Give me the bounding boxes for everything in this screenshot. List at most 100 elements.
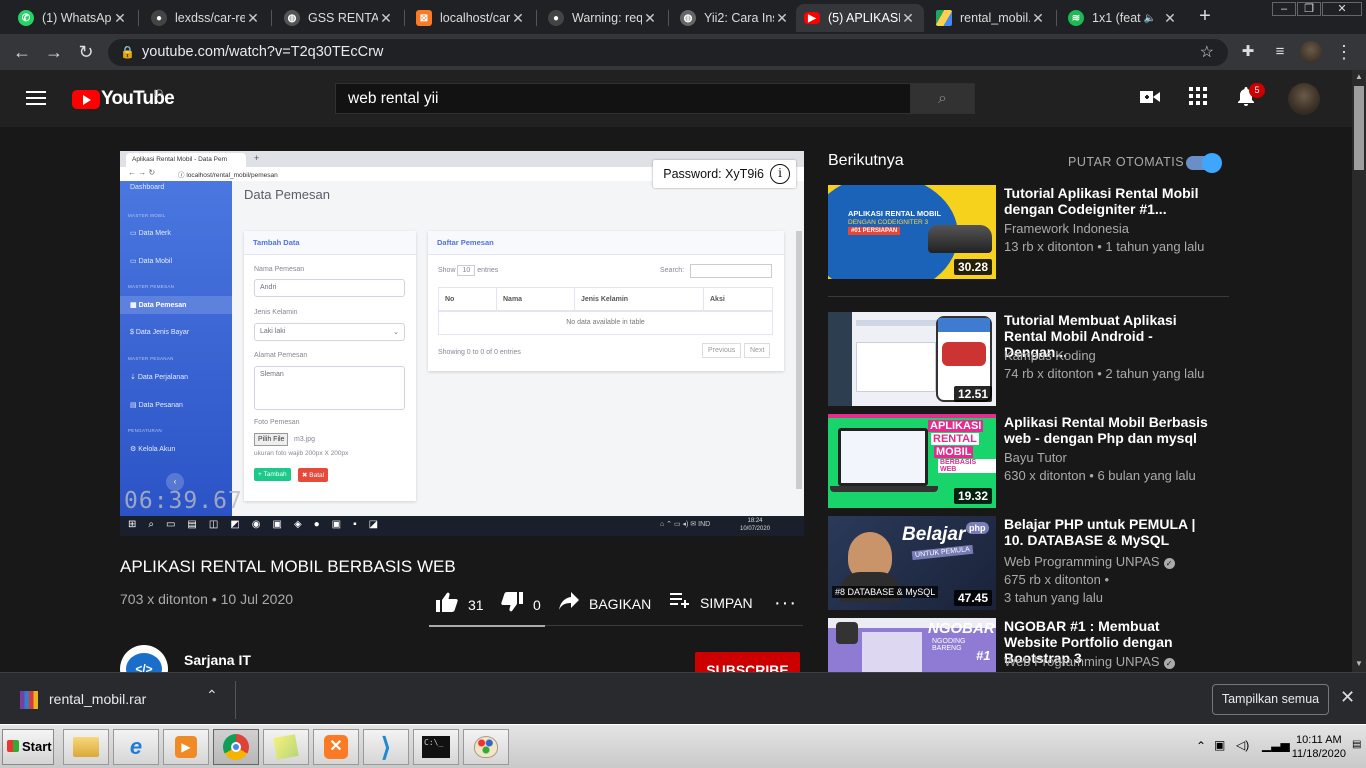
restore-button[interactable]: ❐ xyxy=(1297,2,1321,16)
browser-tab[interactable]: ✆ (1) WhatsApp ✕ xyxy=(10,4,136,32)
recommended-title[interactable]: Belajar PHP untuk PEMULA | 10. DATABASE … xyxy=(1004,516,1214,548)
inner-sidebar-item-active: Data Pemesan xyxy=(138,302,187,309)
show-all-downloads-button[interactable]: Tampilkan semua xyxy=(1212,684,1329,715)
video-thumbnail[interactable]: APLIKASI RENTAL MOBIL DENGAN CODEIGNITER… xyxy=(828,185,996,279)
recommended-title[interactable]: Tutorial Aplikasi Rental Mobil dengan Co… xyxy=(1004,185,1214,217)
recommended-video[interactable]: Belajar php UNTUK PEMULA #8 DATABASE & M… xyxy=(828,516,1228,611)
minimize-button[interactable]: – xyxy=(1272,2,1296,16)
taskbar-app-active[interactable] xyxy=(213,729,259,765)
close-tab-icon[interactable]: ✕ xyxy=(900,10,916,27)
recommended-video[interactable]: APLIKASI RENTAL MOBIL DENGAN CODEIGNITER… xyxy=(828,185,1228,280)
youtube-logo-icon[interactable] xyxy=(72,90,100,109)
taskbar-app[interactable]: ⟩ xyxy=(363,729,409,765)
chevron-up-icon[interactable]: ⌃ xyxy=(206,687,218,704)
scroll-up-icon[interactable]: ▲ xyxy=(1352,70,1366,84)
taskbar-app[interactable]: ✕ xyxy=(313,729,359,765)
usb-icon[interactable]: ▣ xyxy=(1214,738,1225,752)
browser-tab[interactable]: ◍ GSS RENTALS ✕ xyxy=(276,4,402,32)
browser-tab[interactable]: ● lexdss/car-rer ✕ xyxy=(143,4,269,32)
lock-icon[interactable]: 🔒 xyxy=(120,39,135,66)
browser-tab[interactable]: ● Warning: requ ✕ xyxy=(540,4,666,32)
system-clock[interactable]: 10:11 AM 11/18/2020 xyxy=(1292,733,1346,761)
close-tab-icon[interactable]: ✕ xyxy=(642,10,658,27)
browser-tab[interactable]: ≋ 1x1 (feat 🔈 ✕ xyxy=(1060,4,1186,32)
inner-next-button: Next xyxy=(744,343,771,358)
taskbar-app[interactable]: ▶ xyxy=(163,729,209,765)
close-tab-icon[interactable]: ✕ xyxy=(1030,10,1046,27)
taskbar-app[interactable]: e xyxy=(113,729,159,765)
create-video-icon[interactable] xyxy=(1138,87,1162,111)
browser-tab[interactable]: ◍ Yii2: Cara Ins ✕ xyxy=(672,4,798,32)
autoplay-toggle[interactable] xyxy=(1186,153,1222,173)
more-actions-icon[interactable]: ··· xyxy=(774,592,797,615)
recommended-title[interactable]: Aplikasi Rental Mobil Berbasis web - den… xyxy=(1004,414,1214,446)
show-hidden-icons-icon[interactable]: ⌃ xyxy=(1196,739,1206,753)
inner-prev-button: Previous xyxy=(702,343,742,358)
close-window-button[interactable]: ✕ xyxy=(1322,2,1362,16)
browser-menu-icon[interactable]: ⋮ xyxy=(1332,40,1356,64)
address-bar-row: ← → ↻ 🔒 youtube.com/watch?v=T2q30TEcCrw … xyxy=(0,34,1366,70)
search-button[interactable]: ⌕ xyxy=(910,83,975,114)
taskbar-app[interactable] xyxy=(463,729,509,765)
browser-tab[interactable]: rental_mobil. ✕ xyxy=(928,4,1054,32)
close-tab-icon[interactable]: ✕ xyxy=(378,10,394,27)
globe-icon: ◍ xyxy=(680,10,696,26)
taskbar-app[interactable]: C:\_ xyxy=(413,729,459,765)
close-tab-icon[interactable]: ✕ xyxy=(510,10,526,27)
close-tab-icon[interactable]: ✕ xyxy=(112,10,128,27)
video-thumbnail[interactable]: Belajar php UNTUK PEMULA #8 DATABASE & M… xyxy=(828,516,996,610)
inner-table-card: Daftar Pemesan Show 10 entries Search: N… xyxy=(428,231,784,371)
share-button[interactable]: BAGIKAN xyxy=(559,592,651,615)
scroll-down-icon[interactable]: ▼ xyxy=(1352,657,1366,671)
like-button[interactable]: 31 xyxy=(436,592,484,617)
apps-grid-icon[interactable] xyxy=(1186,87,1210,111)
user-avatar[interactable] xyxy=(1288,83,1320,115)
back-button[interactable]: ← xyxy=(10,40,34,64)
download-file-name[interactable]: rental_mobil.rar xyxy=(49,691,146,707)
close-tab-icon[interactable]: ✕ xyxy=(774,10,790,27)
close-tab-icon[interactable]: ✕ xyxy=(1162,10,1178,27)
video-player[interactable]: Aplikasi Rental Mobil - Data Pem + ← → ↻… xyxy=(120,151,804,536)
profile-avatar[interactable] xyxy=(1300,41,1322,63)
browser-tab-active[interactable]: ▶ (5) APLIKASI ✕ xyxy=(796,4,924,32)
close-icon[interactable]: ✕ xyxy=(1340,687,1355,708)
recommended-video[interactable]: APLIKASI RENTAL MOBIL BERBASIS WEB 19.32… xyxy=(828,414,1228,509)
save-button[interactable]: SIMPAN xyxy=(670,592,753,613)
scrollbar-thumb[interactable] xyxy=(1354,86,1364,170)
inner-new-tab-icon: + xyxy=(254,153,260,163)
save-label: SIMPAN xyxy=(700,594,753,611)
channel-name[interactable]: Sarjana IT xyxy=(184,652,251,668)
video-thumbnail[interactable]: 12.51 xyxy=(828,312,996,406)
media-control-icon[interactable]: ≡ xyxy=(1268,40,1292,64)
new-tab-button[interactable]: + xyxy=(1194,6,1216,28)
tab-title: (5) APLIKASI xyxy=(828,11,900,25)
info-icon[interactable]: i xyxy=(770,164,790,184)
start-button[interactable]: Start xyxy=(2,729,54,765)
recommended-meta: 74 rb x ditonton • 2 tahun yang lalu xyxy=(1004,366,1205,381)
bookmark-star-icon[interactable]: ☆ xyxy=(1200,39,1214,66)
verified-icon: ✓ xyxy=(1163,558,1175,569)
extensions-icon[interactable]: ✚ xyxy=(1236,40,1260,64)
volume-icon[interactable]: ◁) xyxy=(1236,738,1249,752)
dislike-button[interactable]: 0 xyxy=(501,592,541,617)
password-overlay[interactable]: Password: XyT9i6 i xyxy=(653,160,796,188)
search-input[interactable]: web rental yii xyxy=(335,83,911,114)
taskbar-app[interactable] xyxy=(63,729,109,765)
recommended-video[interactable]: NGOBAR NGODING BARENG #1 NGOBAR #1 : Mem… xyxy=(828,618,1228,672)
inner-sidebar-section: MASTER MOBIL xyxy=(128,213,166,218)
video-thumbnail[interactable]: APLIKASI RENTAL MOBIL BERBASIS WEB 19.32 xyxy=(828,414,996,508)
forward-button[interactable]: → xyxy=(42,40,66,64)
browser-tab[interactable]: ⊠ localhost/car- ✕ xyxy=(408,4,534,32)
taskbar-app[interactable] xyxy=(263,729,309,765)
network-signal-icon[interactable]: ▁▃▅ xyxy=(1262,738,1290,752)
url-field[interactable]: 🔒 youtube.com/watch?v=T2q30TEcCrw ☆ xyxy=(108,39,1228,66)
rar-file-icon xyxy=(20,691,38,709)
close-tab-icon[interactable]: ✕ xyxy=(245,10,261,27)
video-thumbnail[interactable]: NGOBAR NGODING BARENG #1 xyxy=(828,618,996,672)
video-inner-sidebar: Dashboard MASTER MOBIL ▭ Data Merk ▭ Dat… xyxy=(120,181,232,516)
action-center-icon[interactable]: ▤ xyxy=(1352,739,1361,750)
hamburger-menu-icon[interactable] xyxy=(26,91,46,105)
reload-button[interactable]: ↻ xyxy=(74,40,98,64)
recommended-video[interactable]: 12.51 Tutorial Membuat Aplikasi Rental M… xyxy=(828,312,1228,407)
audio-playing-icon[interactable]: 🔈 xyxy=(1144,13,1156,24)
